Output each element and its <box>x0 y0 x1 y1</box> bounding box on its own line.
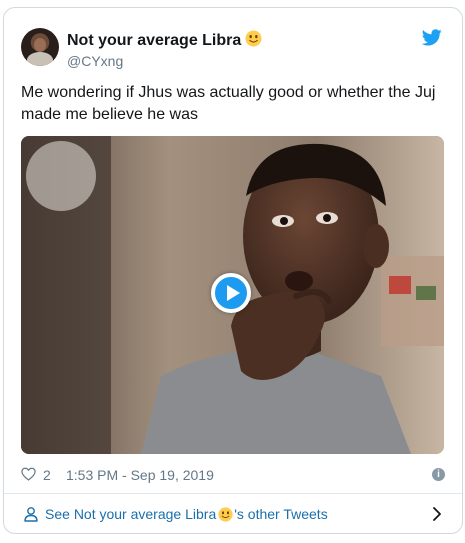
author-handle[interactable]: @CYxng <box>67 52 262 70</box>
tweet-header: Not your average Libra @CYxng <box>21 27 446 71</box>
tweet-card: Not your average Libra @CYxng Me wonderi… <box>3 7 463 534</box>
footer-author-name: Not your average Libra <box>73 506 217 522</box>
see-other-tweets-text[interactable]: See Not your average Libra 's other Tweet… <box>45 505 328 523</box>
twitter-bird-icon[interactable] <box>422 29 442 46</box>
author-info: Not your average Libra @CYxng <box>67 30 262 70</box>
author-display-name-text[interactable]: Not your average Libra <box>67 32 241 49</box>
tweet-meta: 2 1:53 PM - Sep 19, 2019 i <box>21 465 446 485</box>
tweet-timestamp[interactable]: 1:53 PM - Sep 19, 2019 <box>66 466 214 484</box>
chevron-right-icon[interactable] <box>432 507 442 521</box>
person-icon <box>24 507 38 522</box>
play-button[interactable] <box>211 273 251 313</box>
avatar[interactable] <box>21 28 59 66</box>
footer-divider <box>4 493 462 494</box>
info-icon[interactable]: i <box>432 468 445 481</box>
smiley-emoji-icon <box>218 507 233 522</box>
like-count[interactable]: 2 <box>43 466 51 484</box>
smiley-emoji-icon <box>245 30 262 47</box>
footer-suffix: 's other Tweets <box>234 506 328 522</box>
author-display-name[interactable]: Not your average Libra <box>67 30 262 51</box>
tweet-text: Me wondering if Jhus was actually good o… <box>21 84 436 123</box>
footer-prefix: See <box>45 506 74 522</box>
video-thumbnail[interactable] <box>21 136 444 454</box>
heart-icon[interactable] <box>21 467 36 481</box>
see-other-tweets-link[interactable]: See Not your average Libra 's other Tweet… <box>21 503 446 525</box>
